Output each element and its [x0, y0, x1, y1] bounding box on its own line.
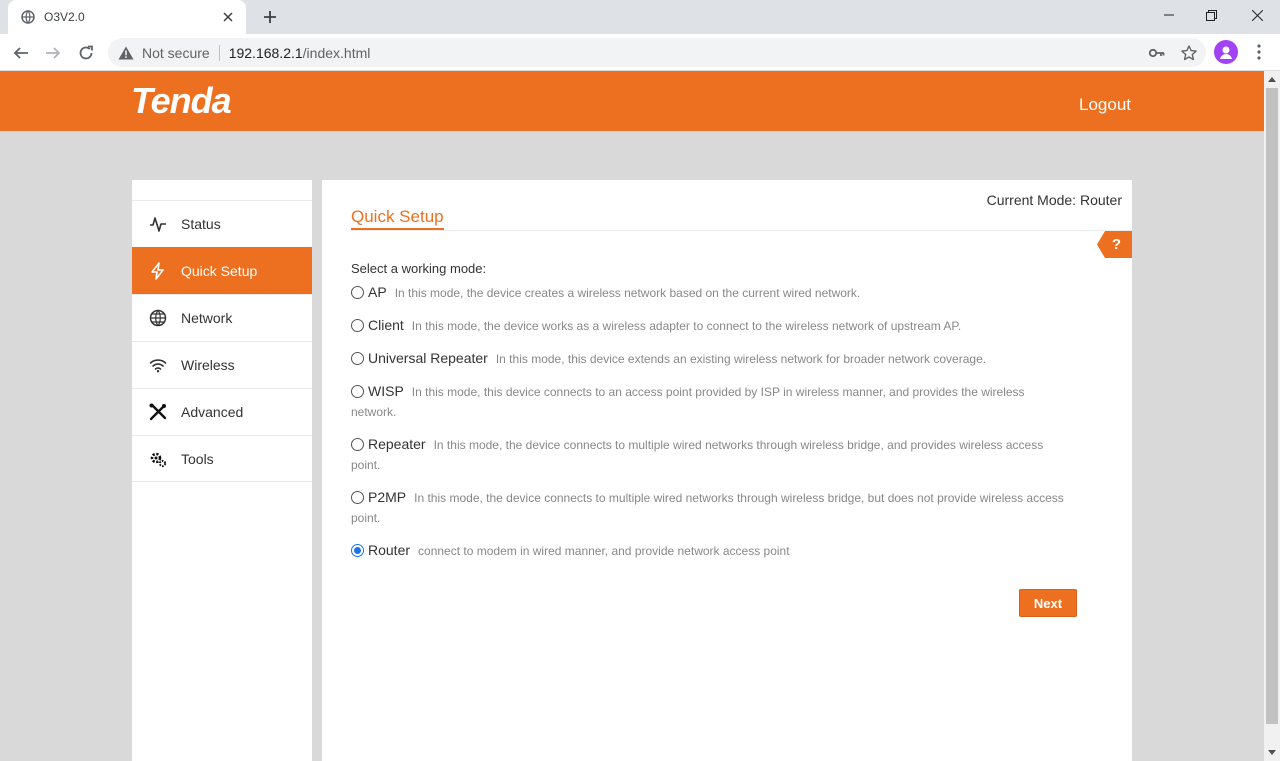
sidebar-item-quick-setup[interactable]: Quick Setup	[132, 247, 312, 294]
browser-menu-icon[interactable]	[1248, 40, 1270, 64]
mode-name: Router	[368, 542, 411, 558]
mode-description: In this mode, this device extends an exi…	[495, 352, 987, 366]
back-icon[interactable]	[7, 39, 35, 67]
sidebar-item-label: Advanced	[181, 404, 244, 420]
scrollbar-thumb[interactable]	[1266, 88, 1278, 724]
mode-description: In this mode, this device connects to an…	[351, 385, 1025, 419]
help-button[interactable]: ?	[1097, 231, 1132, 258]
address-bar[interactable]: Not secure 192.168.2.1/index.html	[108, 38, 1206, 67]
profile-avatar[interactable]	[1214, 40, 1238, 64]
mode-radio-router[interactable]	[351, 544, 364, 557]
mode-name: Client	[368, 317, 404, 333]
sidebar-item-advanced[interactable]: Advanced	[132, 388, 312, 435]
mode-name: Universal Repeater	[368, 350, 488, 366]
next-button[interactable]: Next	[1019, 589, 1077, 617]
sidebar-item-network[interactable]: Network	[132, 294, 312, 341]
main-panel: Current Mode: Router Quick Setup ? Selec…	[322, 180, 1132, 761]
mode-option-wisp[interactable]: WISP In this mode, this device connects t…	[351, 381, 1071, 422]
sidebar-item-tools[interactable]: Tools	[132, 435, 312, 482]
mode-description: In this mode, the device creates a wirel…	[394, 286, 861, 300]
browser-tab-bar: O3V2.0	[0, 0, 1280, 34]
mode-radio-repeater[interactable]	[351, 438, 364, 451]
security-status[interactable]: Not secure	[142, 45, 210, 61]
reload-icon[interactable]	[72, 39, 100, 67]
tab-title: O3V2.0	[44, 10, 85, 24]
mode-option-ap[interactable]: AP In this mode, the device creates a wir…	[351, 282, 1071, 303]
mode-radio-universal-repeater[interactable]	[351, 352, 364, 365]
page-viewport: Tenda Logout Status Quick Setup Network	[0, 71, 1264, 761]
mode-option-repeater[interactable]: Repeater In this mode, the device connect…	[351, 434, 1071, 475]
minimize-icon[interactable]	[1146, 0, 1192, 30]
sidebar-item-label: Tools	[181, 450, 214, 467]
scroll-down-arrow-icon[interactable]	[1264, 744, 1280, 761]
help-icon: ?	[1111, 236, 1122, 253]
wifi-icon	[148, 355, 168, 375]
mode-description: connect to modem in wired manner, and pr…	[418, 544, 790, 558]
sidebar-item-label: Wireless	[181, 357, 235, 373]
browser-tab[interactable]: O3V2.0	[8, 0, 246, 34]
mode-option-universal-repeater[interactable]: Universal Repeater In this mode, this dev…	[351, 348, 1071, 369]
restore-icon[interactable]	[1188, 0, 1234, 30]
mode-option-p2mp[interactable]: P2MP In this mode, the device connects to…	[351, 487, 1071, 528]
sidebar-item-label: Quick Setup	[181, 263, 258, 279]
router-header: Tenda Logout	[0, 71, 1264, 131]
mode-name: WISP	[368, 383, 404, 399]
forward-icon[interactable]	[39, 39, 67, 67]
lightning-icon	[148, 261, 168, 281]
tenda-logo: Tenda	[131, 83, 232, 119]
svg-text:Tenda: Tenda	[131, 83, 231, 119]
close-tab-icon[interactable]	[218, 7, 238, 27]
scroll-up-arrow-icon[interactable]	[1264, 71, 1280, 88]
url-host: 192.168.2.1	[228, 44, 303, 61]
browser-toolbar: Not secure 192.168.2.1/index.html	[0, 34, 1280, 71]
close-window-icon[interactable]	[1234, 0, 1280, 30]
mode-name: AP	[368, 284, 387, 300]
globe-icon	[148, 308, 168, 328]
page-title: Quick Setup	[351, 207, 444, 226]
current-mode-label: Current Mode: Router	[986, 192, 1122, 208]
mode-option-client[interactable]: Client In this mode, the device works as …	[351, 315, 1071, 336]
working-mode-prompt: Select a working mode:	[351, 261, 487, 276]
url-path: /index.html	[302, 44, 371, 61]
sidebar-item-wireless[interactable]: Wireless	[132, 341, 312, 388]
mode-option-router[interactable]: Router connect to modem in wired manner, …	[351, 540, 1071, 561]
mode-radio-wisp[interactable]	[351, 385, 364, 398]
globe-icon	[20, 9, 36, 25]
key-icon[interactable]	[1148, 44, 1166, 62]
sidebar-item-label: Network	[181, 310, 233, 326]
mode-description: In this mode, the device connects to mul…	[351, 491, 1064, 525]
mode-description: In this mode, the device works as a wire…	[411, 319, 962, 333]
sidebar-item-status[interactable]: Status	[132, 200, 312, 247]
tools-icon	[148, 402, 168, 422]
new-tab-icon[interactable]	[258, 6, 282, 28]
mode-radio-client[interactable]	[351, 319, 364, 332]
warning-icon[interactable]	[118, 45, 134, 61]
address-separator	[218, 44, 220, 61]
mode-radio-p2mp[interactable]	[351, 491, 364, 504]
sidebar-nav: Status Quick Setup Network Wireless Adva…	[132, 180, 312, 761]
title-divider	[351, 230, 1132, 231]
bookmark-star-icon[interactable]	[1180, 44, 1198, 62]
url-text[interactable]: 192.168.2.1/index.html	[229, 45, 371, 61]
gears-icon	[148, 449, 168, 469]
mode-description: In this mode, the device connects to mul…	[351, 438, 1044, 472]
working-mode-form: Select a working mode: AP In this mode, t…	[351, 261, 1071, 573]
logout-link[interactable]: Logout	[1079, 95, 1131, 115]
pulse-icon	[148, 214, 168, 234]
sidebar-item-label: Status	[181, 216, 221, 232]
mode-radio-ap[interactable]	[351, 286, 364, 299]
page-scrollbar[interactable]	[1264, 71, 1280, 761]
mode-name: P2MP	[368, 489, 407, 505]
mode-name: Repeater	[368, 436, 426, 452]
